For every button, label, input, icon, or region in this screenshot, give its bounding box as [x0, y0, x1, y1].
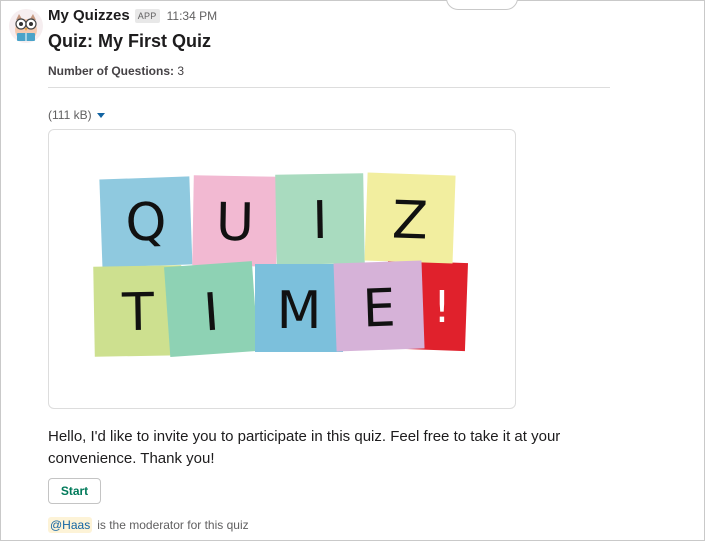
toolbar-pill[interactable]: [446, 0, 518, 10]
note-z: Z: [364, 172, 456, 264]
question-count-label: Number of Questions:: [48, 64, 175, 78]
message-body: Hello, I'd like to invite you to partici…: [48, 428, 561, 467]
note-i1: I: [275, 173, 365, 265]
timestamp-link[interactable]: 11:34 PM: [167, 9, 217, 23]
caret-down-icon[interactable]: [96, 112, 105, 118]
question-count: Number of Questions: 3: [48, 64, 184, 78]
divider: [48, 87, 610, 88]
note-e: E: [333, 260, 425, 352]
app-badge: APP: [134, 8, 160, 23]
svg-text:Z: Z: [391, 190, 429, 251]
quiz-time-image[interactable]: Q U I Z T I M E !: [48, 129, 516, 409]
app-name-link[interactable]: My Quizzes: [48, 7, 130, 24]
svg-text:Q: Q: [124, 192, 167, 253]
moderator-text: is the moderator for this quiz: [97, 518, 249, 532]
file-size-toggle[interactable]: (111 kB): [48, 108, 105, 122]
start-button[interactable]: Start: [48, 478, 101, 504]
note-q: Q: [99, 176, 193, 268]
moderator-line: @Haas is the moderator for this quiz: [48, 517, 249, 533]
note-i2: I: [164, 261, 259, 358]
exclamation-mark: !: [433, 282, 451, 333]
owl-icon[interactable]: [8, 8, 44, 44]
svg-text:E: E: [362, 278, 397, 339]
quiz-title: Quiz: My First Quiz: [48, 31, 212, 51]
svg-text:M: M: [277, 281, 322, 341]
svg-text:U: U: [215, 193, 254, 254]
note-u: U: [192, 175, 278, 267]
svg-text:I: I: [312, 191, 328, 251]
moderator-mention[interactable]: @Haas: [48, 517, 93, 533]
svg-text:T: T: [121, 283, 155, 344]
file-size-label: (111 kB): [48, 108, 92, 122]
message-header: My Quizzes APP 11:34 PM: [48, 7, 217, 24]
note-m: M: [255, 264, 343, 352]
question-count-value: 3: [177, 64, 185, 78]
